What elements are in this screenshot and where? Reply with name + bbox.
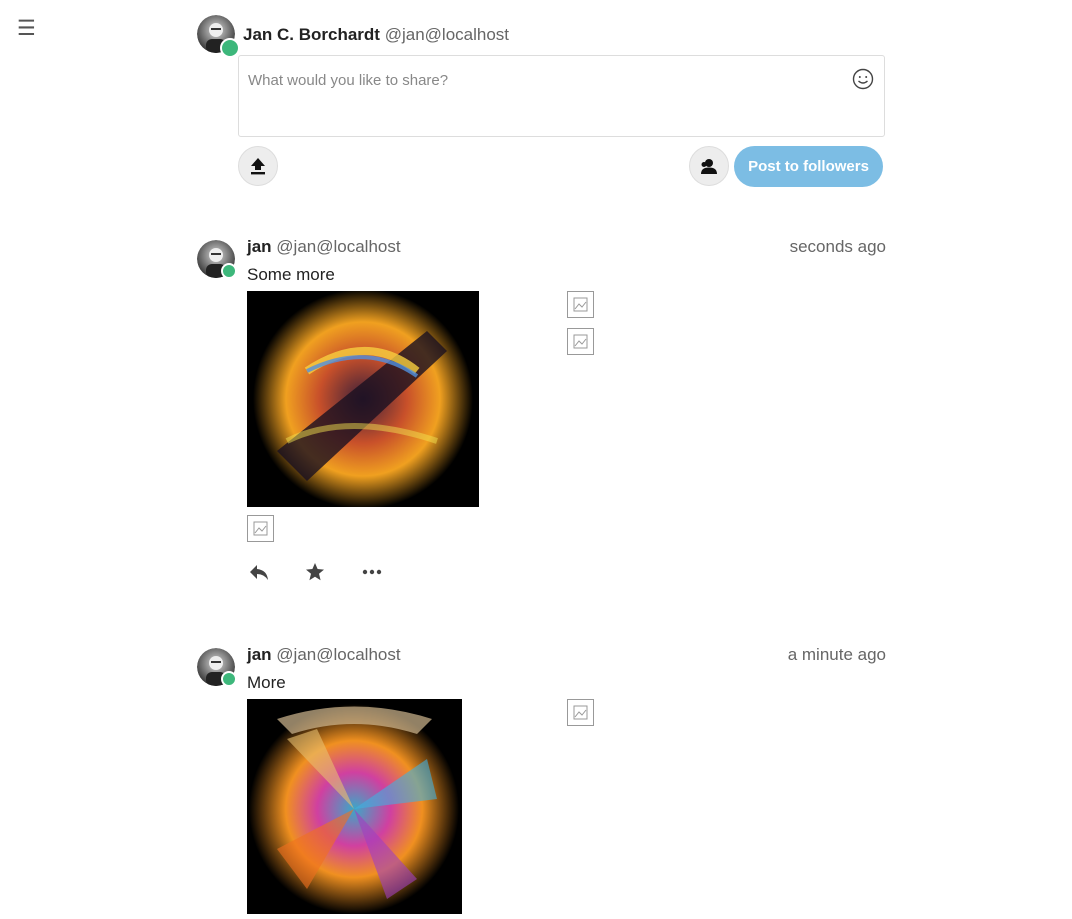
post-avatar[interactable] — [197, 240, 237, 279]
menu-icon[interactable]: ☰ — [17, 18, 36, 39]
post-text: More — [247, 673, 286, 692]
post-timestamp[interactable]: a minute ago — [686, 645, 886, 665]
post-author-handle[interactable]: @jan@localhost — [276, 645, 400, 664]
more-icon[interactable] — [359, 559, 385, 585]
smiley-icon[interactable] — [852, 68, 874, 95]
upload-icon — [251, 158, 265, 175]
post-author-name[interactable]: jan — [247, 237, 272, 256]
composer-box — [238, 55, 885, 137]
post-author-handle[interactable]: @jan@localhost — [276, 237, 400, 256]
broken-image-icon[interactable] — [567, 328, 594, 355]
star-icon[interactable] — [302, 559, 328, 585]
followers-icon — [701, 159, 717, 174]
post-text: Some more — [247, 265, 335, 284]
online-status-badge — [221, 671, 237, 687]
upload-button[interactable] — [238, 146, 278, 186]
post-image[interactable] — [247, 699, 462, 914]
post-header: jan @jan@localhost — [247, 645, 401, 665]
post-author-name[interactable]: jan — [247, 645, 272, 664]
post-to-followers-button[interactable]: Post to followers — [734, 146, 883, 187]
composer-author-handle: @jan@localhost — [384, 25, 510, 44]
composer-avatar[interactable] — [197, 15, 240, 58]
post-header: jan @jan@localhost — [247, 237, 401, 257]
online-status-badge — [221, 263, 237, 279]
composer-author-name: Jan C. Borchardt — [243, 25, 380, 44]
broken-image-icon[interactable] — [567, 291, 594, 318]
composer-author: Jan C. Borchardt @jan@localhost — [243, 25, 509, 45]
visibility-button[interactable] — [689, 146, 729, 186]
post-image[interactable] — [247, 291, 479, 507]
reply-icon[interactable] — [246, 559, 272, 585]
post-avatar[interactable] — [197, 648, 237, 687]
share-input[interactable] — [246, 70, 840, 134]
broken-image-icon[interactable] — [247, 515, 274, 542]
post-timestamp[interactable]: seconds ago — [686, 237, 886, 257]
broken-image-icon[interactable] — [567, 699, 594, 726]
online-status-badge — [220, 38, 240, 58]
